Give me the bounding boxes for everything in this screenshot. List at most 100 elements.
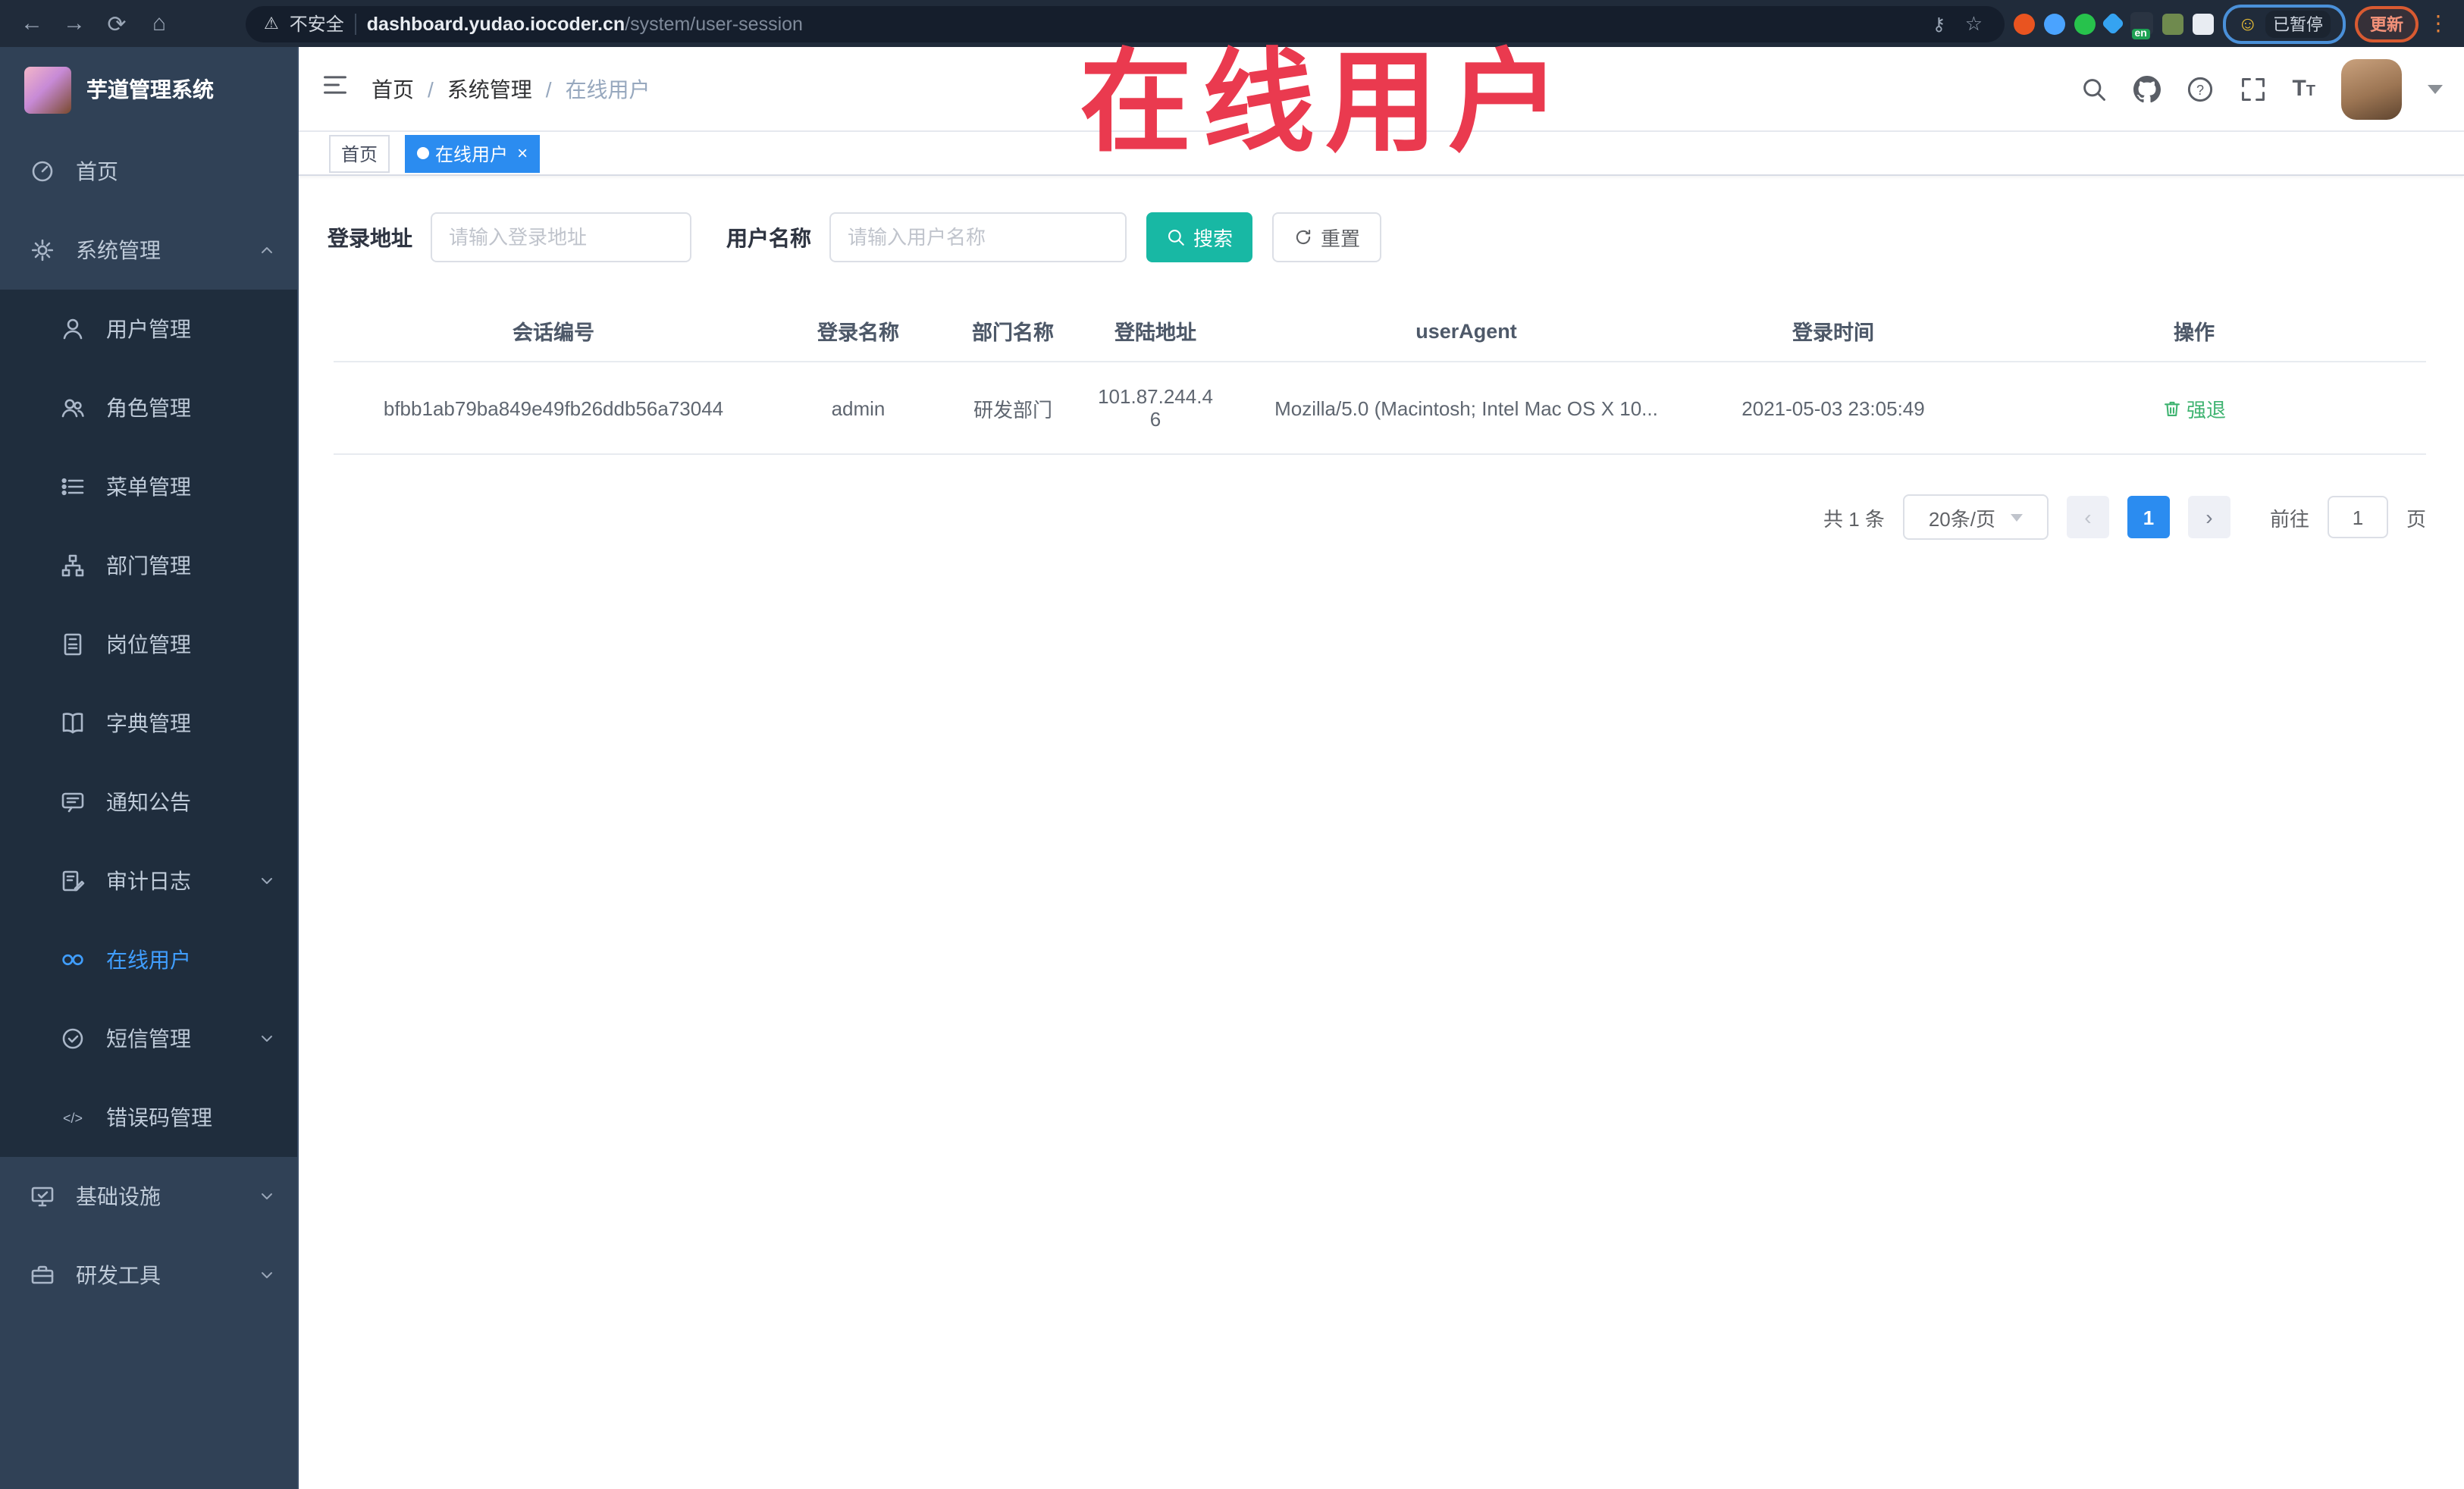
- sidebar-item-label: 角色管理: [106, 396, 191, 420]
- smiley-icon: ☺: [2237, 12, 2258, 35]
- sidebar-item-users[interactable]: 用户管理: [0, 290, 297, 368]
- sidebar-item-roles[interactable]: 角色管理: [0, 368, 297, 447]
- chevron-down-icon: [262, 1272, 272, 1278]
- paused-label: 已暂停: [2265, 10, 2331, 37]
- reset-button-label: 重置: [1320, 227, 1360, 250]
- extension-green-icon[interactable]: [2074, 13, 2096, 34]
- sidebar-item-departments[interactable]: 部门管理: [0, 526, 297, 605]
- extension-pin-icon[interactable]: [2043, 13, 2065, 34]
- tag-close-icon[interactable]: ×: [517, 143, 528, 164]
- login-address-input[interactable]: [431, 212, 691, 262]
- refresh-icon: [1296, 230, 1311, 245]
- browser-menu-icon[interactable]: ⋮: [2428, 11, 2449, 36]
- extension-puzzle-icon[interactable]: [2192, 13, 2214, 34]
- login-time-cell: 2021-05-03 23:05:49: [1704, 362, 1962, 455]
- sidebar-item-posts[interactable]: 岗位管理: [0, 605, 297, 684]
- sidebar-item-sms[interactable]: 短信管理: [0, 999, 297, 1078]
- sidebar-item-dictionary[interactable]: 字典管理: [0, 684, 297, 763]
- extension-gem-icon[interactable]: [2100, 11, 2124, 36]
- search-button[interactable]: 搜索: [1146, 212, 1252, 262]
- extension-orange-icon[interactable]: [2013, 13, 2035, 34]
- sidebar-item-label: 字典管理: [106, 711, 191, 735]
- hamburger-icon: [324, 76, 346, 94]
- sidebar-item-label: 首页: [76, 159, 118, 183]
- extension-translate-icon[interactable]: en: [2130, 12, 2153, 39]
- page-url[interactable]: dashboard.yudao.iocoder.cn/system/user-s…: [367, 13, 803, 34]
- sidebar-item-audit-logs[interactable]: 审计日志: [0, 842, 297, 920]
- goto-page-input[interactable]: [2327, 496, 2388, 538]
- browser-home-icon[interactable]: ⌂: [143, 11, 176, 36]
- chevron-down-icon: [262, 1193, 272, 1199]
- sidebar: 芋道管理系统 首页 系统管理 用户管理 角色管理 菜单管理 部门管理 岗位管理 …: [0, 47, 299, 1489]
- sidebar-item-system[interactable]: 系统管理: [0, 211, 297, 290]
- goto-unit-label: 页: [2406, 507, 2426, 530]
- col-login-name: 登录名称: [773, 303, 943, 362]
- password-key-icon[interactable]: ⚷: [1926, 13, 1951, 34]
- translate-badge: en: [2131, 29, 2150, 39]
- chevron-down-icon: [262, 1036, 272, 1042]
- github-icon[interactable]: [2133, 75, 2161, 102]
- sidebar-item-label: 在线用户: [106, 948, 191, 972]
- breadcrumb-home[interactable]: 首页: [371, 74, 414, 104]
- address-bar[interactable]: ⚠ 不安全 dashboard.yudao.iocoder.cn/system/…: [246, 5, 2005, 42]
- users-icon: [61, 399, 84, 418]
- font-size-icon[interactable]: TT: [2292, 76, 2315, 102]
- next-page-button[interactable]: ›: [2187, 496, 2230, 538]
- prev-page-button[interactable]: ‹: [2066, 496, 2109, 538]
- monitor-check-icon: [31, 1186, 54, 1207]
- sidebar-item-home[interactable]: 首页: [0, 132, 297, 211]
- force-logout-button[interactable]: 强退: [2162, 393, 2226, 422]
- tag-home[interactable]: 首页: [329, 134, 390, 172]
- tag-label: 在线用户: [435, 143, 509, 165]
- current-page-button[interactable]: 1: [2127, 496, 2170, 538]
- tag-online-users[interactable]: 在线用户 ×: [405, 134, 541, 172]
- col-session-id: 会话编号: [334, 303, 773, 362]
- url-path: /system/user-session: [625, 13, 803, 34]
- page-content: 登录地址 用户名称 搜索 重置: [299, 176, 2464, 1489]
- svg-text:?: ?: [2196, 82, 2203, 97]
- paused-extension-pill[interactable]: ☺ 已暂停: [2222, 4, 2346, 43]
- sidebar-item-online-users[interactable]: 在线用户: [0, 920, 297, 999]
- sidebar-item-error-codes[interactable]: </> 错误码管理: [0, 1078, 297, 1157]
- chevron-down-icon: [262, 878, 272, 884]
- app-logo-row[interactable]: 芋道管理系统: [0, 47, 297, 132]
- user-avatar[interactable]: [2341, 58, 2402, 119]
- avatar-caret-icon[interactable]: [2428, 84, 2443, 93]
- reset-button[interactable]: 重置: [1272, 212, 1381, 262]
- fullscreen-icon[interactable]: [2239, 75, 2266, 102]
- address-divider: [354, 13, 356, 34]
- security-warning-icon: ⚠: [264, 15, 279, 33]
- help-icon[interactable]: ?: [2186, 75, 2213, 102]
- page-body: 芋道管理系统 首页 系统管理 用户管理 角色管理 菜单管理 部门管理 岗位管理 …: [0, 47, 2464, 1489]
- col-login-address: 登陆地址: [1083, 303, 1228, 362]
- browser-update-button[interactable]: 更新: [2355, 5, 2419, 42]
- username-input[interactable]: [829, 212, 1127, 262]
- sidebar-item-menus[interactable]: 菜单管理: [0, 447, 297, 526]
- user-agent-cell: Mozilla/5.0 (Macintosh; Intel Mac OS X 1…: [1228, 362, 1704, 455]
- col-user-agent: userAgent: [1228, 303, 1704, 362]
- online-users-icon: [62, 954, 83, 966]
- svg-text:</>: </>: [63, 1111, 83, 1126]
- url-domain: dashboard.yudao.iocoder.cn: [366, 13, 625, 34]
- gear-icon: [31, 239, 54, 262]
- department-cell: 研发部门: [943, 362, 1083, 455]
- page-size-select[interactable]: 20条/页: [1902, 494, 2049, 540]
- sidebar-item-notices[interactable]: 通知公告: [0, 763, 297, 842]
- clipboard-pen-icon: [62, 870, 85, 892]
- sidebar-item-dev-tools[interactable]: 研发工具: [0, 1236, 297, 1315]
- sidebar-item-infrastructure[interactable]: 基础设施: [0, 1157, 297, 1236]
- col-login-time: 登录时间: [1704, 303, 1962, 362]
- security-label[interactable]: 不安全: [290, 11, 344, 36]
- extension-key-icon[interactable]: [2161, 13, 2183, 34]
- page-size-value: 20条/页: [1928, 507, 1995, 530]
- browser-back-icon[interactable]: ←: [15, 11, 49, 36]
- browser-forward-icon[interactable]: →: [58, 11, 91, 36]
- sidebar-toggle-button[interactable]: [299, 71, 371, 106]
- bookmark-star-icon[interactable]: ☆: [1961, 11, 1986, 36]
- browser-reload-icon[interactable]: ⟳: [100, 10, 133, 37]
- search-icon[interactable]: [2080, 75, 2107, 102]
- sidebar-item-label: 基础设施: [76, 1184, 161, 1208]
- top-navbar: 首页 / 系统管理 / 在线用户 ? TT: [299, 47, 2464, 132]
- actions-cell: 强退: [1962, 362, 2426, 455]
- breadcrumb-system[interactable]: 系统管理: [447, 74, 532, 104]
